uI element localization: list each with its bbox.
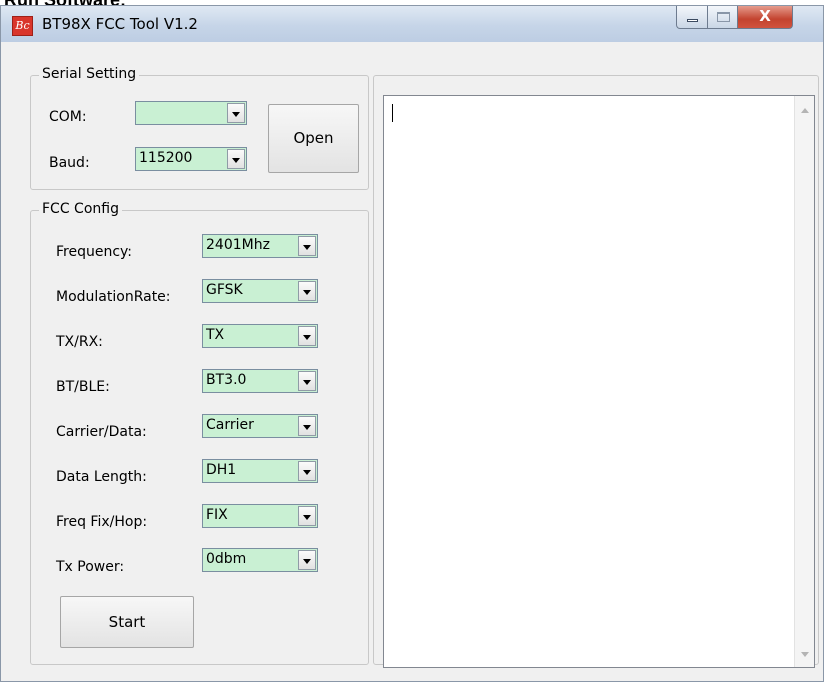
chevron-down-icon[interactable] <box>298 281 316 301</box>
freq-fix-hop-label: Freq Fix/Hop: <box>56 514 148 530</box>
tx-power-select-value: 0dbm <box>206 551 247 567</box>
app-window: Bc BT98X FCC Tool V1.2 X Serial Setting … <box>0 5 824 682</box>
minimize-icon <box>687 19 698 22</box>
chevron-down-icon[interactable] <box>227 103 245 123</box>
chevron-down-icon[interactable] <box>298 326 316 346</box>
tx-power-select[interactable]: 0dbm <box>202 548 318 572</box>
fcc-config-legend: FCC Config <box>39 201 122 217</box>
modulation-rate-label: ModulationRate: <box>56 289 171 305</box>
fcc-config-group: FCC Config Frequency: 2401Mhz Modulation… <box>30 201 369 665</box>
chevron-down-icon[interactable] <box>298 461 316 481</box>
title-bar[interactable]: Bc BT98X FCC Tool V1.2 X <box>1 6 823 42</box>
close-button[interactable]: X <box>737 6 793 29</box>
chevron-down-icon[interactable] <box>298 371 316 391</box>
com-select[interactable] <box>135 101 247 125</box>
data-length-label: Data Length: <box>56 469 147 485</box>
bt-ble-select[interactable]: BT3.0 <box>202 369 318 393</box>
serial-setting-legend: Serial Setting <box>39 66 140 82</box>
data-length-select-value: DH1 <box>206 462 237 478</box>
chevron-down-icon[interactable] <box>298 236 316 256</box>
scroll-up-icon[interactable] <box>801 108 809 113</box>
freq-fix-hop-select[interactable]: FIX <box>202 504 318 528</box>
serial-setting-group: Serial Setting COM: Baud: 115200 Open <box>30 66 369 190</box>
data-length-select[interactable]: DH1 <box>202 459 318 483</box>
maximize-button[interactable] <box>707 6 738 29</box>
minimize-button[interactable] <box>676 6 708 29</box>
chevron-down-icon[interactable] <box>298 550 316 570</box>
carrier-data-select-value: Carrier <box>206 417 254 433</box>
baud-select[interactable]: 115200 <box>135 147 247 171</box>
baud-select-value: 115200 <box>139 150 193 166</box>
start-button[interactable]: Start <box>60 596 194 648</box>
log-output[interactable] <box>383 95 815 668</box>
modulation-rate-select-value: GFSK <box>206 282 243 298</box>
tx-rx-select[interactable]: TX <box>202 324 318 348</box>
carrier-data-label: Carrier/Data: <box>56 424 147 440</box>
bt-ble-select-value: BT3.0 <box>206 372 247 388</box>
carrier-data-select[interactable]: Carrier <box>202 414 318 438</box>
chevron-down-icon[interactable] <box>227 149 245 169</box>
scroll-down-icon[interactable] <box>801 652 809 657</box>
frequency-label: Frequency: <box>56 244 133 260</box>
baud-label: Baud: <box>49 155 90 171</box>
window-title: BT98X FCC Tool V1.2 <box>42 15 198 33</box>
frequency-select-value: 2401Mhz <box>206 237 270 253</box>
bt-ble-label: BT/BLE: <box>56 379 110 395</box>
com-label: COM: <box>49 109 87 125</box>
maximize-icon <box>717 12 730 22</box>
tx-rx-label: TX/RX: <box>56 334 103 350</box>
modulation-rate-select[interactable]: GFSK <box>202 279 318 303</box>
app-icon: Bc <box>12 16 33 36</box>
open-button[interactable]: Open <box>268 104 359 173</box>
chevron-down-icon[interactable] <box>298 416 316 436</box>
text-caret <box>392 104 393 122</box>
tx-power-label: Tx Power: <box>56 559 125 575</box>
frequency-select[interactable]: 2401Mhz <box>202 234 318 258</box>
freq-fix-hop-select-value: FIX <box>206 507 228 523</box>
chevron-down-icon[interactable] <box>298 506 316 526</box>
log-scrollbar[interactable] <box>794 96 814 667</box>
tx-rx-select-value: TX <box>206 327 225 343</box>
close-icon: X <box>759 7 771 25</box>
